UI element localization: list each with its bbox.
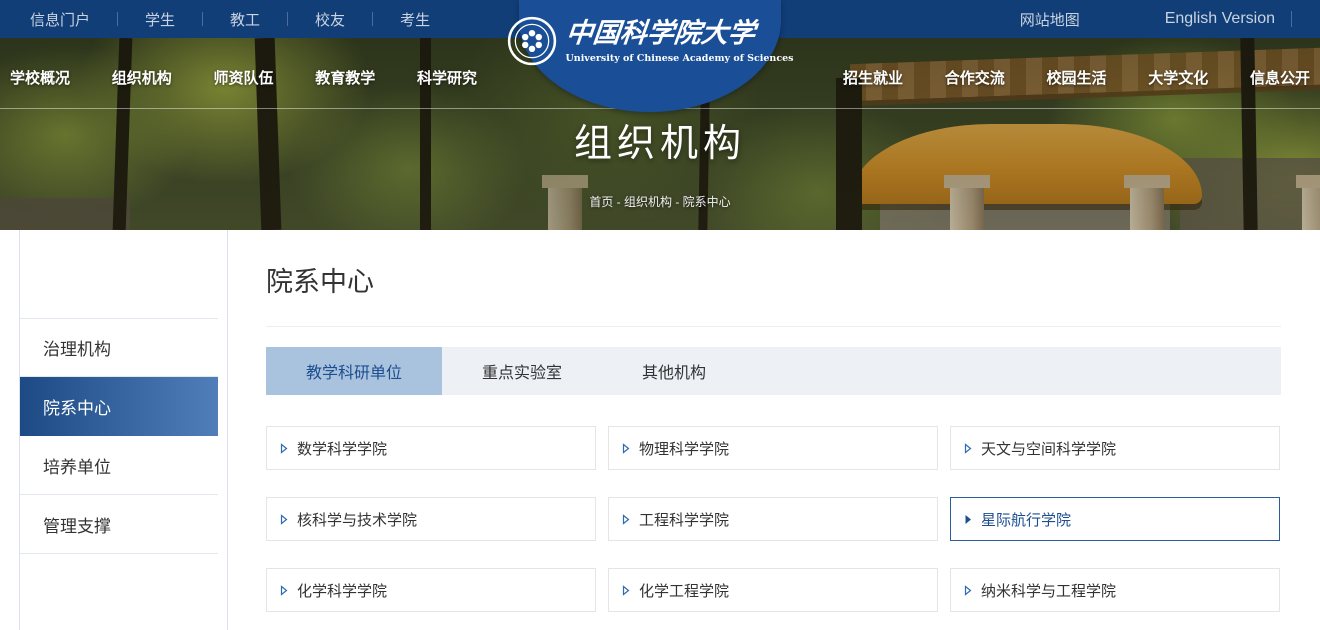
tab-teaching-research-units[interactable]: 教学科研单位	[266, 347, 442, 395]
department-label: 核科学与技术学院	[297, 509, 417, 530]
top-links-group: 信息门户 学生 教工 校友 考生	[30, 9, 457, 30]
department-label: 星际航行学院	[981, 509, 1071, 530]
department-label: 化学科学学院	[297, 580, 387, 601]
nav-education[interactable]: 教育教学	[315, 67, 375, 88]
top-links-right-group: 网站地图 English Version	[1020, 9, 1292, 30]
triangle-right-filled-icon	[964, 514, 972, 525]
department-label: 数学科学学院	[297, 438, 387, 459]
sidebar-item-departments[interactable]: 院系中心	[20, 377, 218, 436]
nav-campus-life[interactable]: 校园生活	[1046, 67, 1106, 88]
triangle-right-icon	[964, 443, 972, 454]
nav-cooperation[interactable]: 合作交流	[945, 67, 1005, 88]
triangle-right-icon	[280, 585, 288, 596]
top-link-students[interactable]: 学生	[118, 9, 202, 30]
tab-other-institutions[interactable]: 其他机构	[602, 347, 746, 395]
sidebar-item-admin-support[interactable]: 管理支撑	[20, 495, 218, 554]
triangle-right-icon	[280, 443, 288, 454]
page-title: 组织机构	[0, 112, 1320, 167]
department-label: 工程科学学院	[639, 509, 729, 530]
site-map-link[interactable]: 网站地图	[1020, 9, 1138, 30]
department-card-interstellar[interactable]: 星际航行学院	[950, 497, 1280, 541]
department-card-chem-science[interactable]: 化学科学学院	[266, 568, 596, 612]
nav-faculty[interactable]: 师资队伍	[213, 67, 273, 88]
content-area: 治理机构 院系中心 培养单位 管理支撑 院系中心 教学科研单位 重点实验室 其他…	[0, 230, 1320, 630]
logo-title-en: University of Chinese Academy of Science…	[566, 53, 794, 64]
sidebar-menu: 治理机构 院系中心 培养单位 管理支撑	[20, 318, 218, 554]
department-label: 化学工程学院	[639, 580, 729, 601]
sidebar-item-training-units[interactable]: 培养单位	[20, 436, 218, 495]
top-link-portal[interactable]: 信息门户	[30, 9, 117, 30]
divider	[1291, 11, 1292, 27]
main-panel: 院系中心 教学科研单位 重点实验室 其他机构 数学科学学院 物理科学学院 天文与…	[266, 230, 1281, 612]
nav-research[interactable]: 科学研究	[417, 67, 477, 88]
tab-key-laboratories[interactable]: 重点实验室	[442, 347, 602, 395]
triangle-right-icon	[280, 514, 288, 525]
nav-information[interactable]: 信息公开	[1250, 67, 1310, 88]
section-title: 院系中心	[266, 260, 1281, 299]
department-card-astronomy[interactable]: 天文与空间科学学院	[950, 426, 1280, 470]
nav-school-overview[interactable]: 学校概况	[10, 67, 70, 88]
department-card-nuclear[interactable]: 核科学与技术学院	[266, 497, 596, 541]
top-link-applicants[interactable]: 考生	[373, 9, 457, 30]
logo-text: 中国科学院大学 University of Chinese Academy of…	[566, 19, 794, 64]
department-card-engineering[interactable]: 工程科学学院	[608, 497, 938, 541]
department-label: 天文与空间科学学院	[981, 438, 1116, 459]
department-card-physics[interactable]: 物理科学学院	[608, 426, 938, 470]
nav-group-right: 招生就业 合作交流 校园生活 大学文化 信息公开	[807, 67, 1320, 88]
department-card-chem-engineering[interactable]: 化学工程学院	[608, 568, 938, 612]
breadcrumb[interactable]: 首页 - 组织机构 - 院系中心	[0, 193, 1320, 210]
nav-group-left: 学校概况 组织机构 师资队伍 教育教学 科学研究	[0, 67, 515, 88]
triangle-right-icon	[622, 585, 630, 596]
nav-admissions[interactable]: 招生就业	[843, 67, 903, 88]
english-version-link[interactable]: English Version	[1138, 10, 1291, 28]
sidebar-right-divider	[227, 230, 228, 630]
logo-inner: 中国科学院大学 University of Chinese Academy of…	[507, 16, 794, 66]
sidebar-item-governance[interactable]: 治理机构	[20, 318, 218, 377]
department-label: 纳米科学与工程学院	[981, 580, 1116, 601]
tab-bar: 教学科研单位 重点实验室 其他机构	[266, 347, 1281, 395]
title-divider	[266, 326, 1281, 327]
university-emblem-icon	[507, 16, 557, 66]
top-link-faculty[interactable]: 教工	[203, 9, 287, 30]
department-grid: 数学科学学院 物理科学学院 天文与空间科学学院 核科学与技术学院 工程科学学院 …	[266, 426, 1281, 612]
department-card-math[interactable]: 数学科学学院	[266, 426, 596, 470]
triangle-right-icon	[622, 443, 630, 454]
top-link-alumni[interactable]: 校友	[288, 9, 372, 30]
triangle-right-icon	[622, 514, 630, 525]
triangle-right-icon	[964, 585, 972, 596]
nav-organization[interactable]: 组织机构	[112, 67, 172, 88]
department-label: 物理科学学院	[639, 438, 729, 459]
sidebar: 治理机构 院系中心 培养单位 管理支撑	[19, 230, 218, 630]
department-card-nano[interactable]: 纳米科学与工程学院	[950, 568, 1280, 612]
nav-culture[interactable]: 大学文化	[1148, 67, 1208, 88]
logo-title-zh: 中国科学院大学	[564, 19, 795, 49]
